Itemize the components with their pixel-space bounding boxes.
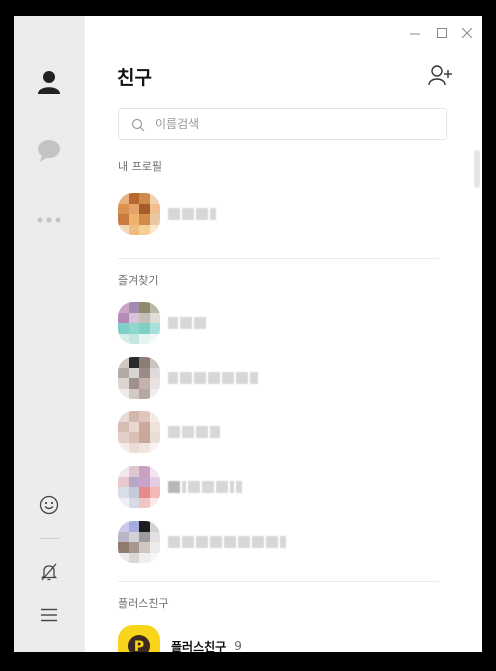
menu-icon[interactable] (34, 600, 64, 630)
friend-name-blurred (168, 372, 258, 384)
friend-name-blurred (168, 317, 206, 329)
svg-text:P: P (134, 639, 144, 652)
add-friend-icon[interactable] (428, 64, 454, 88)
list-item[interactable] (118, 518, 438, 566)
avatar (118, 466, 160, 508)
app-window: 친구 내 프로필 (14, 16, 482, 652)
search-box[interactable] (118, 108, 447, 140)
list-item[interactable] (118, 299, 438, 347)
page-title: 친구 (117, 67, 152, 89)
friends-panel: 친구 내 프로필 (85, 16, 482, 652)
section-divider (118, 581, 439, 582)
emoticon-icon[interactable] (34, 490, 64, 520)
friend-name-blurred (168, 481, 242, 493)
plus-friend-label: 플러스친구 (171, 639, 227, 653)
friend-name-blurred (168, 426, 220, 438)
person-icon[interactable] (34, 67, 64, 97)
section-my-profile: 내 프로필 (118, 160, 162, 173)
avatar (118, 357, 160, 399)
avatar (118, 302, 160, 344)
list-item[interactable] (118, 463, 438, 511)
more-icon[interactable] (34, 205, 64, 235)
chat-bubble-icon[interactable] (34, 136, 64, 166)
section-divider (118, 258, 439, 259)
list-item[interactable] (118, 408, 438, 456)
section-plus-friends: 플러스친구 (118, 597, 169, 610)
plus-friend-row[interactable]: P 플러스친구 9 (118, 622, 438, 652)
plus-friend-count: 9 (234, 639, 242, 652)
scrollbar[interactable] (472, 150, 482, 190)
search-icon (131, 117, 145, 132)
avatar (118, 521, 160, 563)
section-favorites: 즐겨찾기 (118, 274, 159, 287)
search-input[interactable] (155, 117, 435, 131)
avatar (118, 411, 160, 453)
profile-name-blurred (168, 208, 216, 220)
avatar (118, 193, 160, 235)
my-profile-row[interactable] (118, 190, 438, 238)
plus-friend-icon: P (118, 625, 160, 652)
list-item[interactable] (118, 354, 438, 402)
notification-off-icon[interactable] (34, 557, 64, 587)
friend-name-blurred (168, 536, 286, 548)
sidebar (14, 16, 85, 652)
sidebar-divider (39, 538, 59, 539)
